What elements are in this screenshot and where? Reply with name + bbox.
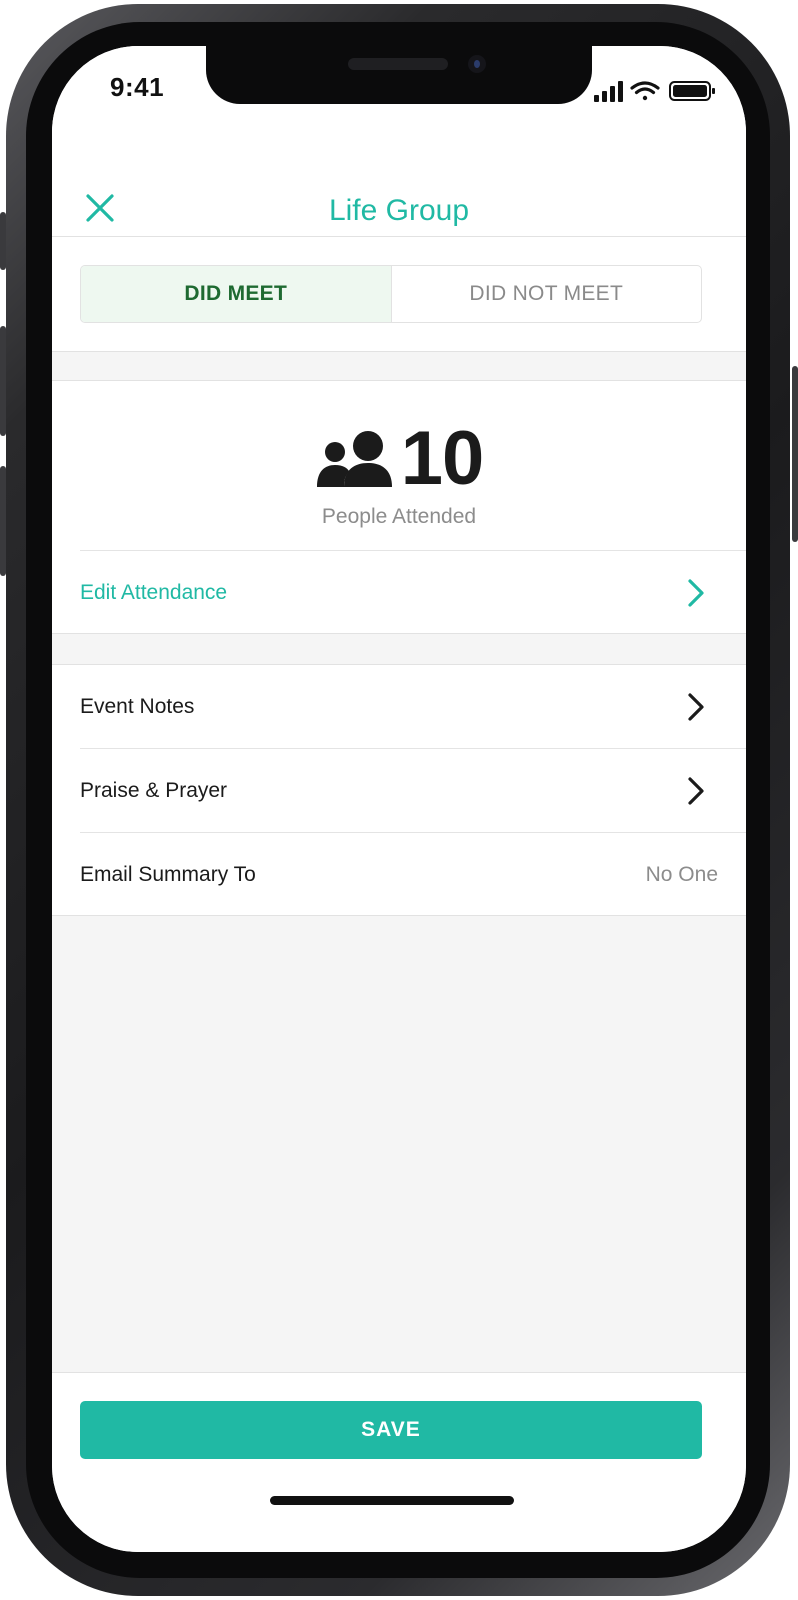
battery-icon [669, 81, 715, 101]
save-button[interactable]: SAVE [80, 1401, 702, 1459]
event-notes-label: Event Notes [80, 694, 195, 718]
cellular-signal-icon [594, 81, 623, 102]
email-summary-label: Email Summary To [80, 862, 256, 886]
page-title: Life Group [328, 194, 470, 227]
edit-attendance-row[interactable]: Edit Attendance [80, 551, 746, 634]
attendance-label: People Attended [321, 505, 477, 528]
notch [206, 46, 592, 104]
email-summary-row[interactable]: Email Summary To No One [80, 833, 746, 916]
attendance-summary: 10 [52, 419, 746, 499]
chevron-right-icon [688, 692, 704, 721]
meeting-segmented-control: DID MEET DID NOT MEET [80, 265, 702, 323]
praise-prayer-label: Praise & Prayer [80, 778, 228, 802]
home-indicator[interactable] [270, 1496, 514, 1505]
chevron-right-icon [688, 578, 704, 607]
screen: 9:41 Life Group DID MEET DID NOT MEET 10… [52, 46, 746, 1552]
edit-attendance-label: Edit Attendance [80, 580, 228, 604]
email-summary-value: No One [645, 862, 718, 886]
status-icons [594, 80, 716, 102]
meeting-toggle-section: DID MEET DID NOT MEET [52, 236, 746, 352]
menu-section: Event Notes Praise & Prayer Email Summar… [52, 664, 746, 916]
footer: SAVE [52, 1372, 746, 1552]
speaker-grille [348, 58, 448, 70]
power-button [792, 366, 798, 542]
attendance-count: 10 [400, 416, 485, 501]
phone-device: 9:41 Life Group DID MEET DID NOT MEET 10… [0, 0, 798, 1600]
attendance-section: 10 People Attended Edit Attendance [52, 380, 746, 634]
chevron-right-icon [688, 776, 704, 805]
event-notes-row[interactable]: Event Notes [80, 665, 746, 748]
did-meet-option[interactable]: DID MEET [81, 266, 392, 322]
people-icon [316, 431, 392, 487]
status-time: 9:41 [110, 72, 165, 102]
wifi-icon [630, 81, 660, 101]
front-camera [468, 55, 486, 73]
did-not-meet-option[interactable]: DID NOT MEET [392, 266, 702, 322]
praise-prayer-row[interactable]: Praise & Prayer [80, 749, 746, 832]
